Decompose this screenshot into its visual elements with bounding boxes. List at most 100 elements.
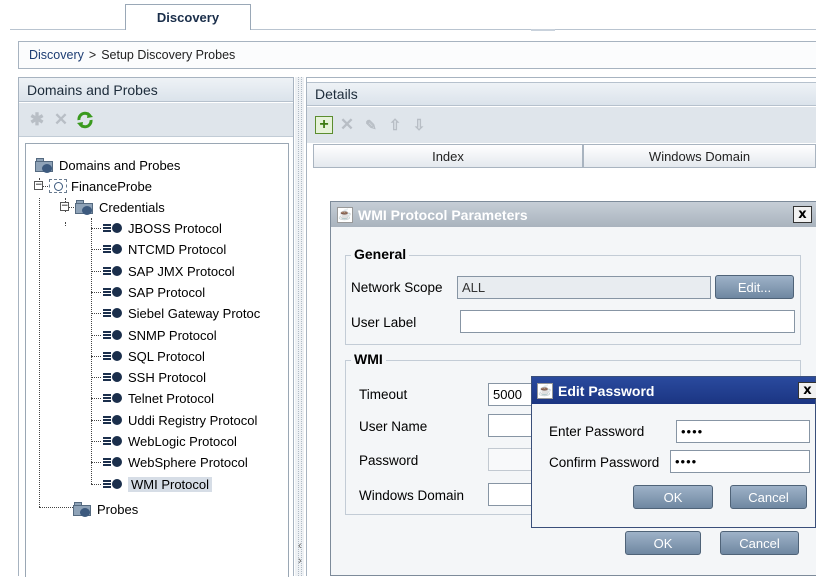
protocol-icon (101, 329, 123, 341)
tab-discovery[interactable]: Discovery (125, 4, 251, 30)
windows-domain-label: Windows Domain (359, 488, 465, 503)
edit-scope-button[interactable]: Edit... (715, 275, 794, 299)
tree-item-protocol[interactable]: Uddi Registry Protocol (91, 410, 258, 430)
network-scope-label: Network Scope (351, 280, 443, 295)
details-toolbar: + ✕ ✎ ⇧ ⇩ (307, 107, 816, 143)
tree-item-protocol[interactable]: JBOSS Protocol (91, 218, 222, 238)
protocol-icon (101, 243, 123, 255)
password-cancel-button[interactable]: Cancel (730, 485, 807, 509)
tree-item-protocol[interactable]: WMI Protocol (91, 474, 213, 494)
delete-icon: ✱ (29, 109, 45, 129)
network-scope-field: ALL (457, 276, 711, 299)
protocol-icon (101, 456, 123, 468)
collapse-left-icon[interactable]: ‹ (298, 540, 302, 552)
tree-item-protocol[interactable]: SAP Protocol (91, 282, 206, 302)
cancel-button[interactable]: Cancel (720, 531, 799, 555)
collapse-icon[interactable]: − (60, 202, 69, 211)
add-icon[interactable]: + (315, 116, 333, 134)
protocol-icon (101, 222, 123, 234)
confirm-password-field[interactable]: •••• (670, 450, 810, 473)
breadcrumb-separator: > (88, 48, 97, 62)
protocol-icon (101, 350, 123, 362)
user-label-label: User Label (351, 315, 417, 330)
tree-item-protocol[interactable]: Telnet Protocol (91, 388, 214, 408)
tree-item-label: SAP Protocol (128, 284, 206, 300)
column-header-index[interactable]: Index (313, 144, 583, 168)
dialog-titlebar[interactable]: ☕ WMI Protocol Parameters (331, 202, 816, 227)
timeout-label: Timeout (359, 387, 408, 402)
tree-node-label: FinanceProbe (71, 178, 152, 194)
protocol-icon (101, 478, 123, 490)
tree-item-protocol[interactable]: WebSphere Protocol (91, 452, 248, 472)
tree-item-label: JBOSS Protocol (128, 220, 222, 236)
delete-icon[interactable]: ✕ (337, 115, 357, 135)
user-name-label: User Name (359, 419, 428, 434)
tree-item-label: WMI Protocol (128, 476, 213, 492)
tree-item-label: SQL Protocol (128, 348, 205, 364)
tree-item-label: WebLogic Protocol (128, 433, 237, 449)
move-down-icon[interactable]: ⇩ (409, 115, 429, 135)
tree-node-credentials[interactable]: Credentials (69, 197, 165, 217)
close-icon[interactable]: x (798, 382, 816, 399)
tree-item-protocol[interactable]: SSH Protocol (91, 367, 207, 387)
tree-item-protocol[interactable]: SQL Protocol (91, 346, 205, 366)
left-toolbar: ✱ ✕ (19, 103, 293, 137)
panel-title: Domains and Probes (19, 78, 293, 102)
domains-and-probes-panel: Domains and Probes ✱ ✕ Domains and Probe… (18, 77, 294, 577)
user-label-field[interactable] (460, 310, 795, 333)
protocol-icon (101, 371, 123, 383)
expand-right-icon[interactable]: › (298, 555, 302, 567)
edit-icon[interactable]: ✎ (361, 115, 381, 135)
protocol-icon (101, 286, 123, 298)
tree-node-root[interactable]: Domains and Probes (35, 155, 180, 175)
tree-connector (91, 218, 92, 484)
panel-splitter[interactable] (295, 77, 304, 576)
general-group-title: General (351, 246, 410, 262)
tree-node-label: Credentials (99, 199, 165, 215)
tree-item-protocol[interactable]: SAP JMX Protocol (91, 261, 235, 281)
breadcrumb-link-discovery[interactable]: Discovery (29, 48, 84, 62)
tab-stub (531, 29, 555, 31)
tree-item-label: Telnet Protocol (128, 390, 214, 406)
breadcrumb: Discovery > Setup Discovery Probes (18, 41, 816, 69)
confirm-password-label: Confirm Password (549, 455, 660, 470)
tree-item-protocol[interactable]: Siebel Gateway Protoc (91, 303, 260, 323)
column-header-windows-domain[interactable]: Windows Domain (583, 144, 816, 168)
move-up-icon[interactable]: ⇧ (385, 115, 405, 135)
refresh-icon[interactable] (75, 110, 95, 130)
tree-item-protocol[interactable]: NTCMD Protocol (91, 239, 227, 259)
dialog-title: Edit Password (558, 382, 655, 399)
close-icon[interactable]: x (793, 206, 812, 223)
enter-password-field[interactable]: •••• (676, 420, 810, 443)
probes-folder-icon (73, 501, 93, 517)
password-label: Password (359, 453, 419, 468)
tree-item-protocol[interactable]: SNMP Protocol (91, 325, 217, 345)
tree-item-label: SAP JMX Protocol (128, 263, 235, 279)
collapse-icon[interactable]: − (34, 181, 43, 190)
tree-connector (65, 222, 66, 226)
tree-item-label: Uddi Registry Protocol (128, 412, 258, 428)
protocol-icon (101, 392, 123, 404)
tree-item-label: WebSphere Protocol (128, 454, 248, 470)
protocol-icon (101, 307, 123, 319)
breadcrumb-current: Setup Discovery Probes (101, 48, 236, 62)
dialog-title: WMI Protocol Parameters (358, 206, 528, 223)
tab-strip (0, 0, 816, 30)
ok-button[interactable]: OK (625, 531, 701, 555)
tree-connector (39, 198, 40, 507)
tree-node-probes[interactable]: Probes (73, 499, 138, 519)
tree-item-label: SSH Protocol (128, 369, 207, 385)
dialog-titlebar[interactable]: ☕ Edit Password (532, 377, 815, 404)
java-icon: ☕ (537, 382, 553, 399)
tree-item-label: SNMP Protocol (128, 327, 217, 343)
tree-node-label: Domains and Probes (59, 157, 181, 173)
tree-node-probe[interactable]: FinanceProbe (43, 176, 152, 196)
remove-icon[interactable]: ✕ (51, 110, 71, 130)
credentials-folder-icon (75, 199, 95, 215)
domains-folder-icon (35, 157, 55, 173)
enter-password-label: Enter Password (549, 424, 645, 439)
password-ok-button[interactable]: OK (633, 485, 713, 509)
protocol-icon (101, 435, 123, 447)
tree-item-label: NTCMD Protocol (128, 241, 227, 257)
tree-item-protocol[interactable]: WebLogic Protocol (91, 431, 237, 451)
